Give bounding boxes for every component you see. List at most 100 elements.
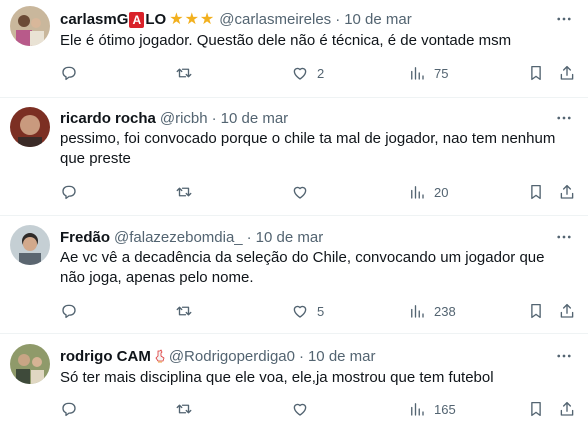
retweet-icon [176,68,192,78]
tweet[interactable]: ricardo rocha @ricbh · 10 de mar pessimo… [0,98,588,216]
star-emoji-icons: ★★★ [169,11,216,28]
timestamp[interactable]: 10 de mar [256,229,324,246]
bookmark-icon [531,184,541,200]
views-button[interactable]: 238 [408,301,456,321]
views-button[interactable]: 165 [408,399,456,419]
views-icon [411,403,424,416]
avatar-image [10,6,50,46]
heart-icon [293,186,307,199]
tweet-header: rodrigo CAM @Rodrigoperdiga0 · 10 de mar [60,346,548,366]
separator-dot: · [335,10,341,28]
views-button[interactable]: 20 [408,182,448,202]
tweet-actions: 20 [58,182,574,202]
share-button[interactable] [558,301,576,321]
share-button[interactable] [558,182,576,202]
avatar-image [10,107,50,147]
handle[interactable]: @Rodrigoperdiga0 [169,348,295,365]
bookmark-button[interactable] [527,63,545,83]
reply-icon [62,402,76,417]
share-icon [560,401,574,416]
heart-icon [293,67,307,80]
view-count: 238 [434,303,456,319]
tweet[interactable]: carlasmG A LO ★★★ @carlasmeireles · 10 de … [0,0,588,98]
bookmark-button[interactable] [527,399,545,419]
retweet-button[interactable] [175,399,193,419]
views-icon [411,305,424,318]
reply-button[interactable] [60,182,78,202]
tweet-text: Ele é ótimo jogador. Questão dele não é … [60,32,512,49]
share-button[interactable] [558,63,576,83]
avatar-image [10,225,50,265]
tweet-header: ricardo rocha @ricbh · 10 de mar [60,108,548,128]
avatar[interactable] [10,107,50,147]
reply-icon [62,185,76,200]
bookmark-icon [531,401,541,417]
tweet-header: carlasmG A LO ★★★ @carlasmeireles · 10 de … [60,9,548,29]
heart-icon [293,403,307,416]
tweet-text: Só ter mais disciplina que ele voa, ele,… [60,369,494,386]
avatar-image [10,344,50,384]
display-name[interactable]: rodrigo CAM [60,348,151,365]
like-button[interactable]: 5 [291,301,324,321]
share-icon [560,184,574,199]
share-icon [560,303,574,318]
reply-button[interactable] [60,63,78,83]
more-icon[interactable] [554,346,574,366]
bookmark-button[interactable] [527,182,545,202]
tweet-actions: 165 [58,399,574,419]
timestamp[interactable]: 10 de mar [308,348,376,365]
red-a-badge: A [129,11,145,28]
like-button[interactable] [291,182,309,202]
retweet-icon [176,404,192,414]
more-icon[interactable] [554,227,574,247]
more-icon[interactable] [554,9,574,29]
display-name[interactable]: carlasmG A LO [60,11,166,28]
reply-icon [62,304,76,319]
like-count: 5 [317,303,325,319]
retweet-icon [176,187,192,197]
avatar[interactable] [10,225,50,265]
retweet-icon [176,306,192,316]
heart-icon [293,305,307,318]
retweet-button[interactable] [175,301,193,321]
rooster-emoji-icon [155,349,165,363]
views-button[interactable]: 75 [408,63,448,83]
bookmark-button[interactable] [527,301,545,321]
like-button[interactable] [291,399,309,419]
bookmark-icon [531,65,541,81]
share-button[interactable] [558,399,576,419]
retweet-button[interactable] [175,63,193,83]
timestamp[interactable]: 10 de mar [344,11,412,28]
view-count: 165 [434,401,456,417]
tweet[interactable]: rodrigo CAM @Rodrigoperdiga0 · 10 de mar… [0,334,588,433]
separator-dot: · [211,109,217,127]
avatar[interactable] [10,344,50,384]
handle[interactable]: @carlasmeireles [219,11,331,28]
view-count: 75 [434,65,449,81]
more-icon[interactable] [554,108,574,128]
like-button[interactable]: 2 [291,63,324,83]
timestamp[interactable]: 10 de mar [221,110,289,127]
tweet[interactable]: Fredão @falazezebomdia_ · 10 de mar Ae v… [0,216,588,334]
tweet-actions: 2 75 [58,63,574,83]
view-count: 20 [434,184,449,200]
separator-dot: · [298,347,304,365]
display-name[interactable]: ricardo rocha [60,110,156,127]
share-icon [560,65,574,80]
tweet-text: Ae vc vê a decadência da seleção do Chil… [60,249,545,286]
views-icon [411,186,424,199]
reply-icon [62,66,76,81]
bookmark-icon [531,303,541,319]
reply-button[interactable] [60,301,78,321]
like-count: 2 [317,65,325,81]
views-icon [411,67,424,80]
tweet-text: pessimo, foi convocado porque o chile ta… [60,130,556,167]
tweet-header: Fredão @falazezebomdia_ · 10 de mar [60,227,548,247]
handle[interactable]: @ricbh [160,110,208,127]
display-name[interactable]: Fredão [60,229,110,246]
retweet-button[interactable] [175,182,193,202]
reply-button[interactable] [60,399,78,419]
avatar[interactable] [10,6,50,46]
handle[interactable]: @falazezebomdia_ [114,229,243,246]
separator-dot: · [246,228,252,246]
